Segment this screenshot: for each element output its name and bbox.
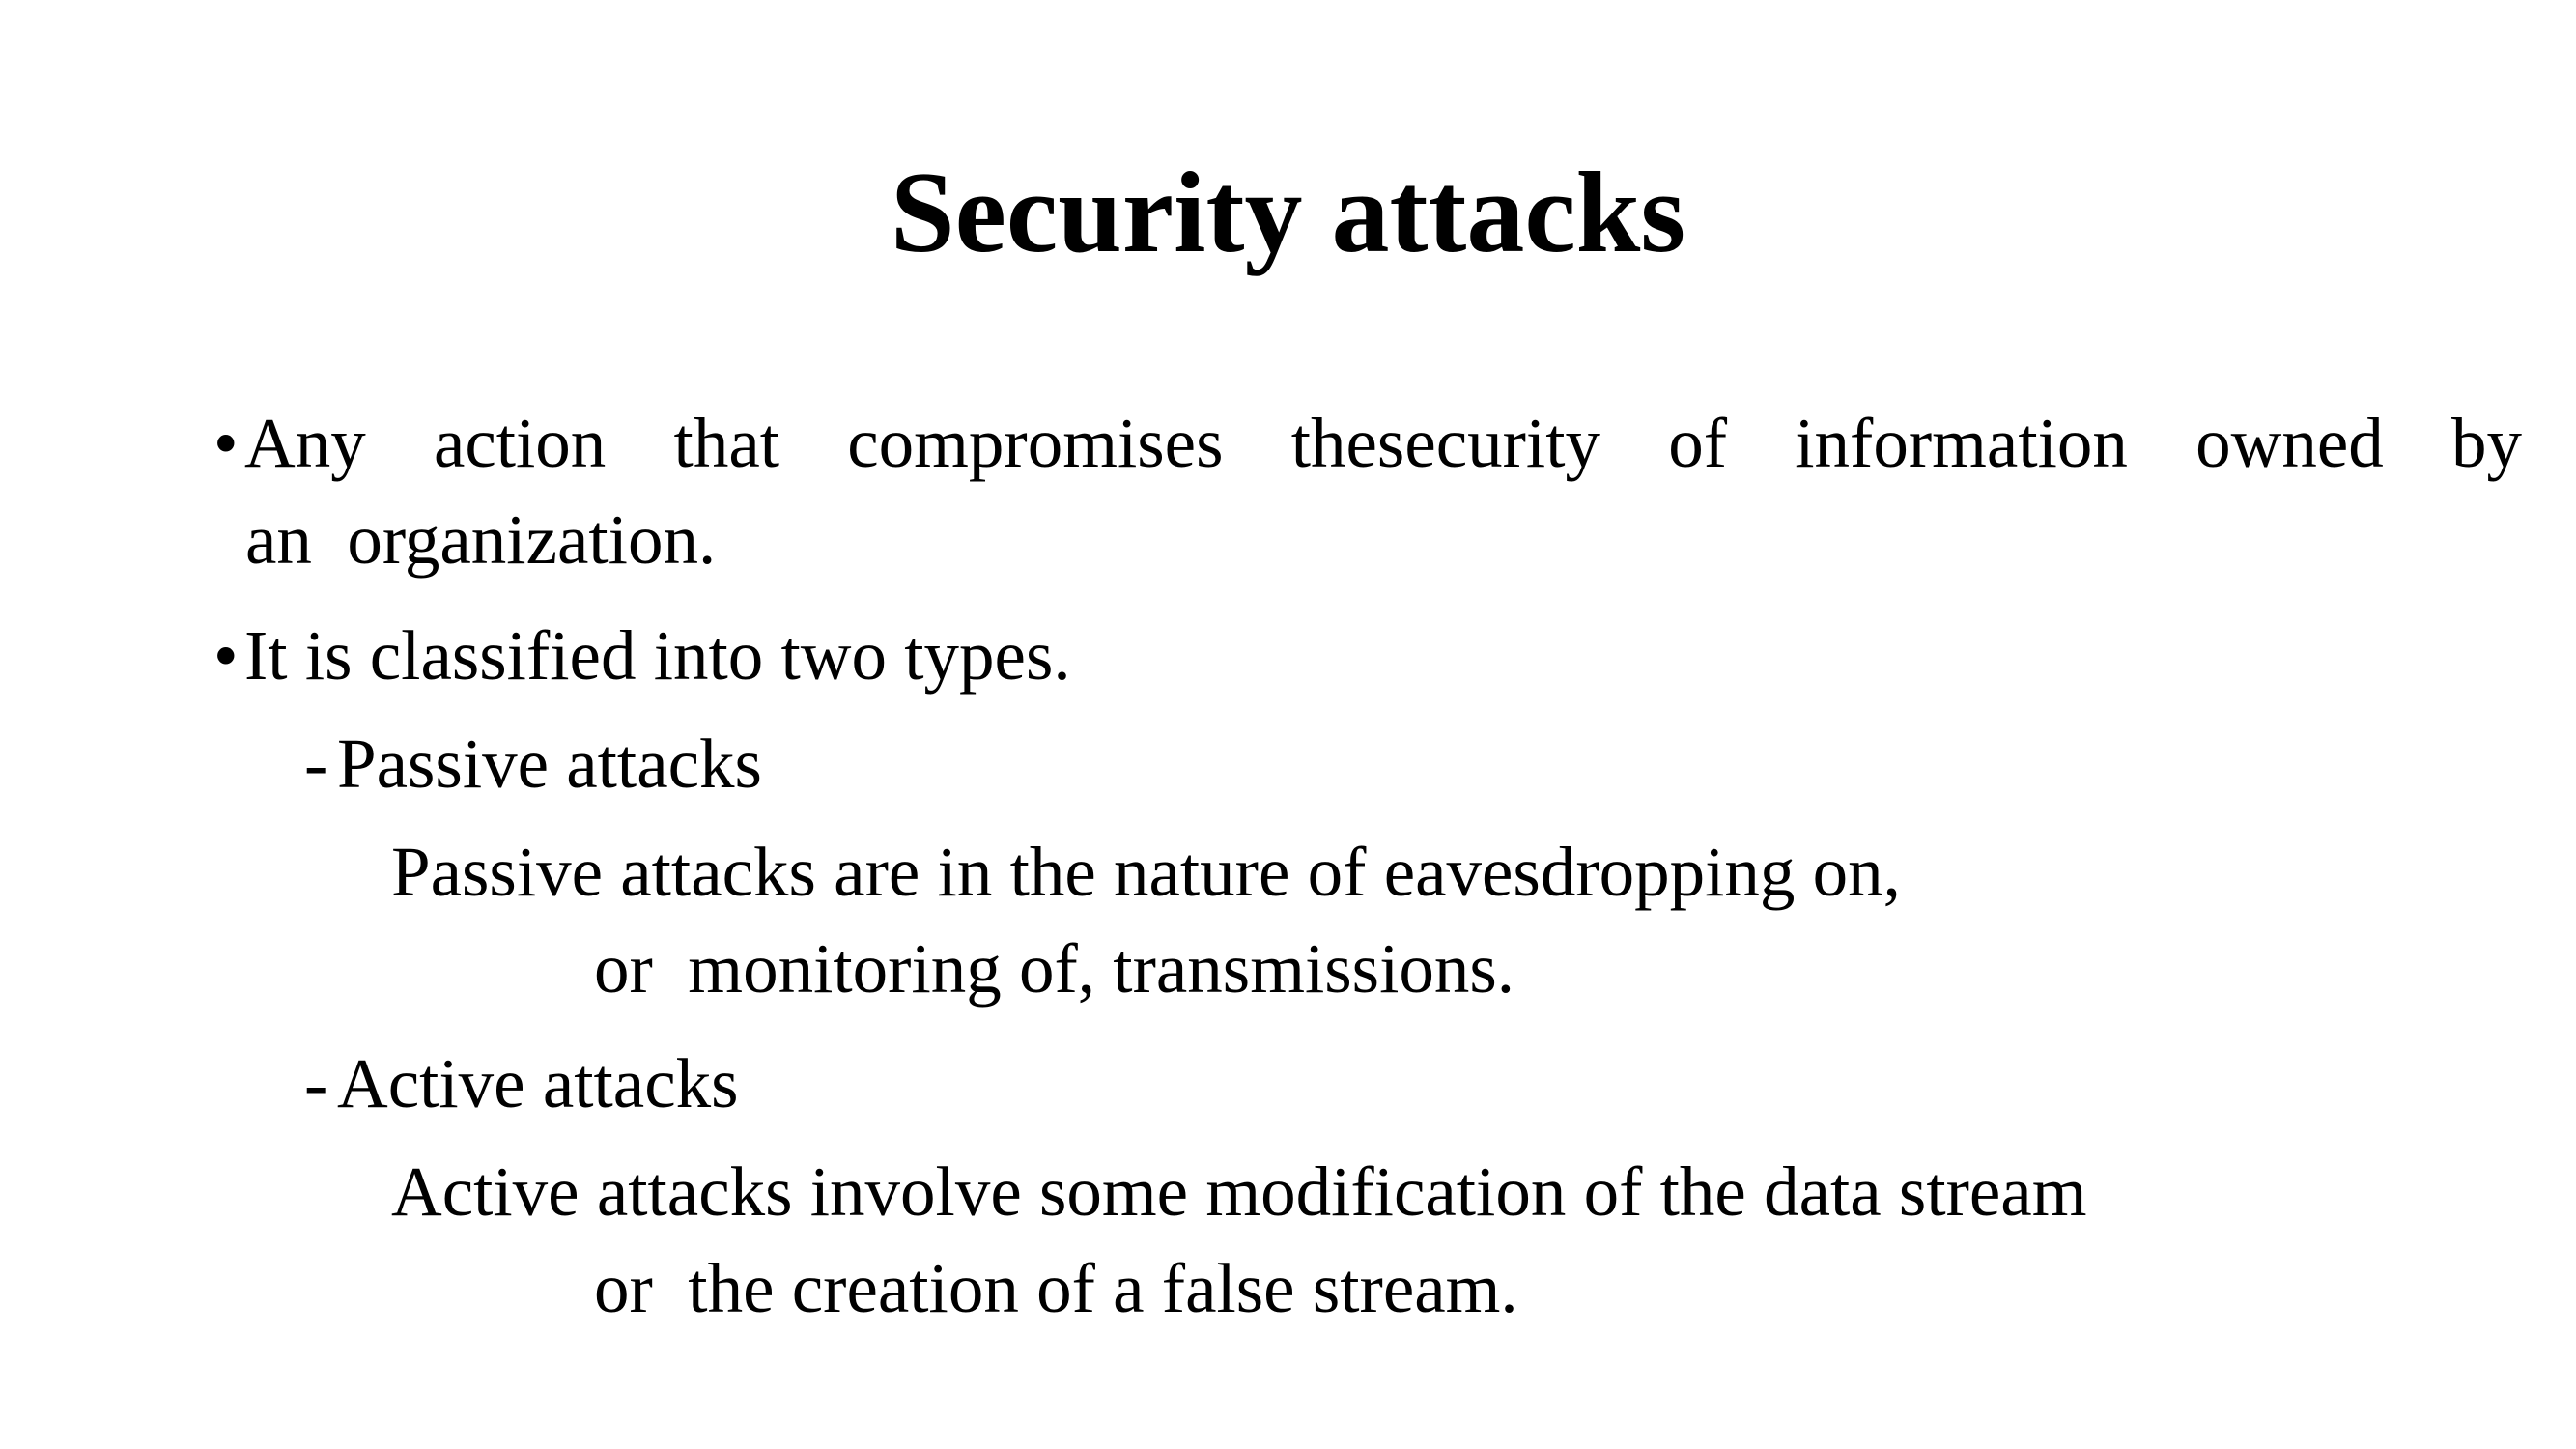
bullet-1-word: compromises bbox=[847, 404, 1224, 482]
bullet-1-word: the bbox=[1290, 404, 1377, 482]
bullet-1-word: owned bbox=[2195, 404, 2384, 482]
bullet-1-continuation: an organization. bbox=[245, 500, 717, 579]
passive-attacks-description-line-1: Passive attacks are in the nature of eav… bbox=[391, 833, 1901, 911]
bullet-1-word: action bbox=[433, 404, 607, 482]
bullet-1-word: Any bbox=[244, 404, 366, 482]
bullet-1-word-pair: thesecurity bbox=[1291, 400, 1600, 487]
active-attacks-item: - Active attacks bbox=[304, 1040, 739, 1127]
bullet-marker: • bbox=[213, 404, 239, 482]
bullet-2-text: It is classified into two types. bbox=[244, 616, 1071, 695]
bullet-2: •It is classified into two types. bbox=[213, 612, 2522, 699]
bullet-marker: • bbox=[213, 616, 239, 695]
slide: Security attacks •Any action that compro… bbox=[0, 0, 2576, 1449]
bullet-1-word: information bbox=[1795, 404, 2128, 482]
passive-attacks-item: - Passive attacks bbox=[304, 721, 762, 808]
dash-marker: - bbox=[304, 1044, 328, 1122]
active-attacks-description-line-1: Active attacks involve some modification… bbox=[391, 1152, 2087, 1231]
bullet-1-word-group: •Any bbox=[213, 400, 366, 487]
bullet-1-word: by bbox=[2450, 404, 2522, 482]
passive-attacks-heading: Passive attacks bbox=[337, 724, 762, 803]
bullet-1-word: that bbox=[673, 404, 779, 482]
bullet-1-word: of bbox=[1668, 404, 1728, 482]
bullet-1-word: security bbox=[1376, 404, 1600, 482]
bullet-1: •Any action that compromises thesecurity… bbox=[213, 400, 2522, 487]
slide-title: Security attacks bbox=[890, 148, 1686, 276]
dash-marker: - bbox=[304, 724, 328, 803]
passive-attacks-description-line-2: or monitoring of, transmissions. bbox=[594, 929, 1515, 1008]
active-attacks-description-line-2: or the creation of a false stream. bbox=[594, 1249, 1518, 1327]
bullet-1-first-line: •Any action that compromises thesecurity… bbox=[213, 400, 2522, 487]
active-attacks-heading: Active attacks bbox=[337, 1044, 739, 1122]
